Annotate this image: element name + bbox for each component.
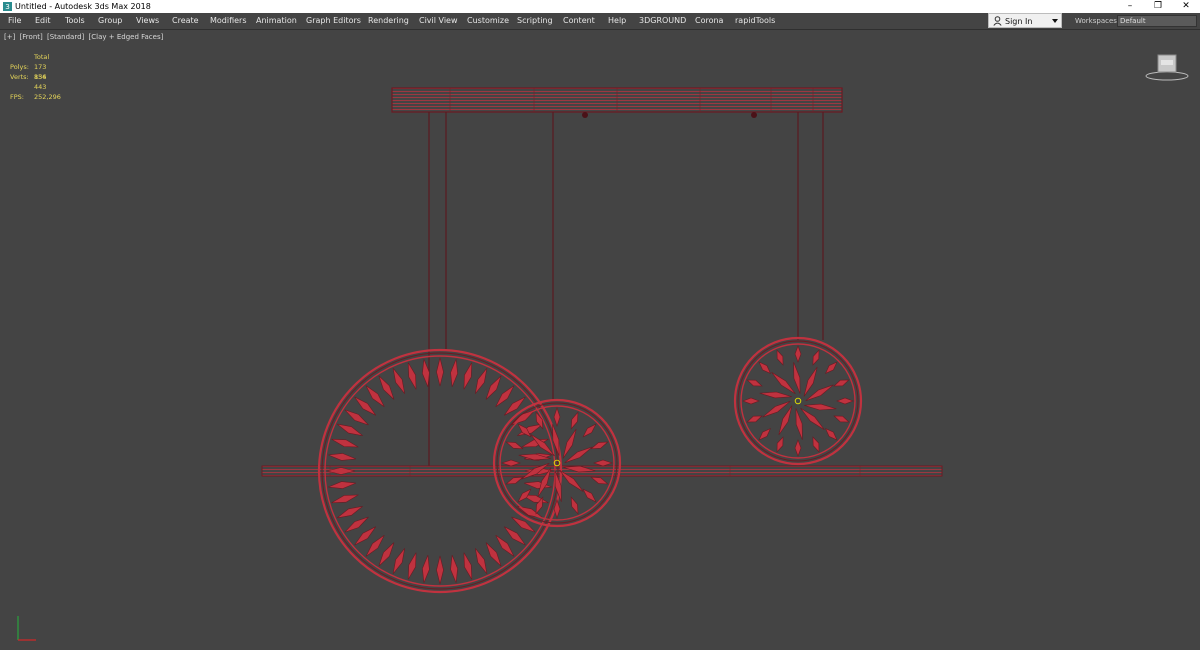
menu-create[interactable]: Create — [172, 13, 199, 29]
menu-help[interactable]: Help — [608, 13, 626, 29]
horizontal-bar — [261, 465, 943, 477]
menu-file[interactable]: File — [8, 13, 21, 29]
menu-modifiers[interactable]: Modifiers — [210, 13, 247, 29]
restore-icon[interactable]: ❐ — [1146, 0, 1170, 13]
menu-rapidtools[interactable]: rapidTools — [735, 13, 775, 29]
menu-tools[interactable]: Tools — [65, 13, 85, 29]
menu-animation[interactable]: Animation — [256, 13, 297, 29]
middle-crystal-ring — [492, 398, 622, 528]
workspaces-select[interactable]: Default — [1117, 15, 1197, 27]
menu-customize[interactable]: Customize — [467, 13, 509, 29]
menu-group[interactable]: Group — [98, 13, 122, 29]
window-title: Untitled - Autodesk 3ds Max 2018 — [15, 2, 151, 11]
3ds-max-logo-icon: 3 — [3, 2, 12, 11]
workspaces-label: Workspaces: — [1075, 17, 1120, 25]
menu-views[interactable]: Views — [136, 13, 159, 29]
chevron-down-icon — [1052, 19, 1058, 23]
right-crystal-ring — [733, 336, 863, 466]
ceiling-canopy — [391, 87, 843, 118]
pivot-marker — [794, 397, 802, 405]
svg-text:3: 3 — [5, 2, 10, 11]
menu-graph-editors[interactable]: Graph Editors — [306, 13, 361, 29]
front-viewport[interactable]: [+] [Front] [Standard] [Clay + Edged Fac… — [0, 30, 1200, 650]
scene-wireframe — [261, 87, 943, 594]
title-bar: 3 Untitled - Autodesk 3ds Max 2018 – ❐ ✕ — [0, 0, 1200, 13]
menu-edit[interactable]: Edit — [35, 13, 51, 29]
minimize-icon[interactable]: – — [1118, 0, 1142, 13]
menu-3dground[interactable]: 3DGROUND — [639, 13, 686, 29]
menu-civil-view[interactable]: Civil View — [419, 13, 458, 29]
menu-scripting[interactable]: Scripting — [517, 13, 553, 29]
menu-corona[interactable]: Corona — [695, 13, 723, 29]
sign-in-label: Sign In — [1005, 17, 1033, 26]
user-icon — [993, 16, 1002, 26]
menu-content[interactable]: Content — [563, 13, 595, 29]
suspension-wires — [428, 112, 824, 466]
menu-rendering[interactable]: Rendering — [368, 13, 409, 29]
sign-in-dropdown[interactable]: Sign In — [988, 13, 1062, 28]
close-icon[interactable]: ✕ — [1174, 0, 1198, 13]
